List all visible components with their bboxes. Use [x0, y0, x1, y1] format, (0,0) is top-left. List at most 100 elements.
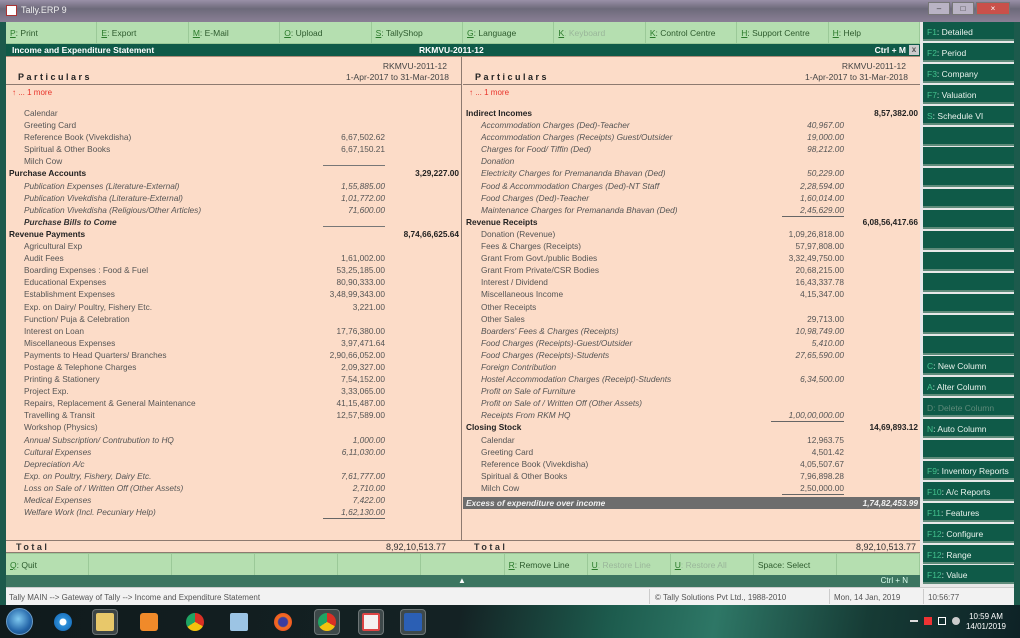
taskbar-clock[interactable]: 10:59 AM 14/01/2019 — [966, 612, 1006, 632]
ledger-row[interactable]: Function/ Puja & Celebration — [6, 313, 461, 325]
ledger-row[interactable]: Food & Accommodation Charges (Ded)-NT St… — [463, 180, 920, 192]
top-button-print[interactable]: P: Print — [6, 22, 98, 43]
ledger-row[interactable]: Fees & Charges (Receipts) 57,97,808.00 — [463, 240, 920, 252]
ledger-row[interactable]: Boarders' Fees & Charges (Receipts) 10,98… — [463, 325, 920, 337]
ledger-row[interactable]: Donation (Revenue) 1,09,26,818.00 — [463, 228, 920, 240]
panel-button-period[interactable]: F2: Period — [923, 42, 1014, 62]
chrome-icon[interactable] — [182, 609, 208, 635]
ledger-row[interactable]: Food Charges (Receipts)-Guest/Outsider 5,… — [463, 337, 920, 349]
ledger-row[interactable]: Spiritual & Other Books 6,67,150.21 — [6, 143, 461, 155]
chrome-active-icon[interactable] — [314, 609, 340, 635]
scroll-up-icon[interactable]: ▲ — [458, 576, 466, 585]
bottom-button-remove-line[interactable]: R: Remove Line — [505, 554, 588, 575]
bottom-button-restore-line[interactable]: U: Restore Line — [588, 554, 671, 575]
panel-button-detailed[interactable]: F1: Detailed — [923, 22, 1014, 41]
group-row[interactable]: Revenue Receipts 6,08,56,417.66 — [463, 216, 920, 228]
ledger-row[interactable]: Purchase Bills to Come — [6, 216, 461, 228]
ledger-row[interactable]: Donation — [463, 155, 920, 167]
ledger-row[interactable]: Maintenance Charges for Premananda Bhava… — [463, 204, 920, 217]
ledger-row[interactable]: Charges for Food/ Tiffin (Ded) 98,212.00 — [463, 143, 920, 155]
volume-icon[interactable] — [952, 617, 960, 625]
ledger-row[interactable]: Depreciation A/c — [6, 458, 461, 470]
ledger-row[interactable]: Miscellaneous Expenses 3,97,471.64 — [6, 337, 461, 349]
ledger-row[interactable]: Miscellaneous Income 4,15,347.00 — [463, 288, 920, 300]
group-row[interactable]: Closing Stock 14,69,893.12 — [463, 421, 920, 433]
more-indicator[interactable]: ↑ ... 1 more — [469, 88, 509, 97]
top-button-help[interactable]: H: Help — [829, 22, 921, 43]
ledger-row[interactable]: Postage & Telephone Charges 2,09,327.00 — [6, 361, 461, 373]
ledger-row[interactable]: Exp. on Dairy/ Poultry, Fishery Etc. 3,22… — [6, 301, 461, 313]
ledger-row[interactable]: Loss on Sale of / Written Off (Other Ass… — [6, 482, 461, 494]
panel-button-auto-column[interactable]: N: Auto Column — [923, 419, 1014, 439]
ledger-row[interactable]: Calendar — [6, 107, 461, 119]
panel-button-new-column[interactable]: C: New Column — [923, 356, 1014, 376]
ledger-row[interactable]: Welfare Work (Incl. Pecuniary Help) 1,62,… — [6, 506, 461, 520]
panel-button-alter-column[interactable]: A: Alter Column — [923, 377, 1014, 397]
ledger-row[interactable]: Educational Expenses 80,90,333.00 — [6, 276, 461, 288]
ledger-row[interactable]: Foreign Contribution — [463, 361, 920, 373]
column-period[interactable]: 1-Apr-2017 to 31-Mar-2018 — [346, 72, 449, 82]
ledger-row[interactable]: Electricity Charges for Premananda Bhava… — [463, 167, 920, 179]
panel-button-configure[interactable]: F12: Configure — [923, 523, 1014, 543]
ledger-row[interactable]: Grant From Govt./public Bodies 3,32,49,75… — [463, 252, 920, 264]
ledger-row[interactable]: Hostel Accommodation Charges (Receipt)-S… — [463, 373, 920, 385]
panel-button-range[interactable]: F12: Range — [923, 544, 1014, 564]
ledger-row[interactable]: Accommodation Charges (Receipts) Guest/O… — [463, 131, 920, 143]
ledger-row[interactable]: Food Charges (Ded)-Teacher 1,60,014.00 — [463, 192, 920, 204]
ledger-row[interactable]: Greeting Card — [6, 119, 461, 131]
top-button-language[interactable]: G: Language — [463, 22, 555, 43]
panel-button-features[interactable]: F11: Features — [923, 502, 1014, 522]
ledger-row[interactable]: Workshop (Physics) — [6, 421, 461, 433]
more-indicator[interactable]: ↑ ... 1 more — [12, 88, 52, 97]
ledger-row[interactable]: Greeting Card 4,501.42 — [463, 446, 920, 458]
ledger-row[interactable]: Payments to Head Quarters/ Branches 2,90,… — [6, 349, 461, 361]
excess-row[interactable]: Excess of expenditure over income 1,74,82… — [463, 497, 920, 510]
panel-button-delete-column[interactable]: D: Delete Column — [923, 398, 1014, 418]
ledger-row[interactable]: Repairs, Replacement & General Maintenan… — [6, 397, 461, 409]
ledger-row[interactable]: Accommodation Charges (Ded)-Teacher 40,96… — [463, 119, 920, 131]
ledger-row[interactable]: Medical Expenses 7,422.00 — [6, 494, 461, 506]
group-row[interactable]: Indirect Incomes 8,57,382.00 — [463, 107, 920, 119]
ledger-row[interactable]: Other Receipts — [463, 301, 920, 313]
ledger-row[interactable]: Calendar 12,963.75 — [463, 434, 920, 446]
panel-button-company[interactable]: F3: Company — [923, 63, 1014, 83]
ledger-row[interactable]: Milch Cow 2,50,000.00 — [463, 482, 920, 495]
ledger-row[interactable]: Profit on Sale of Furniture — [463, 385, 920, 397]
ledger-row[interactable]: Project Exp. 3,33,065.00 — [6, 385, 461, 397]
ledger-row[interactable]: Spiritual & Other Books 7,96,898.28 — [463, 470, 920, 482]
start-button[interactable] — [6, 608, 33, 635]
ledger-row[interactable]: Reference Book (Vivekdisha) 4,05,507.67 — [463, 458, 920, 470]
ledger-row[interactable]: Publication Expenses (Literature-Externa… — [6, 180, 461, 192]
notepad-icon[interactable] — [226, 609, 252, 635]
bottom-button-quit[interactable]: Q: Quit — [6, 554, 90, 575]
top-button-tallyshop[interactable]: S: TallyShop — [372, 22, 464, 43]
bottom-button-restore-all[interactable]: U: Restore All — [671, 554, 754, 575]
ledger-row[interactable]: Publication Vivekdisha (Literature-Exter… — [6, 192, 461, 204]
ledger-row[interactable]: Publication Vivekdisha (Religious/Other … — [6, 204, 461, 216]
internet-explorer-icon[interactable] — [50, 609, 76, 635]
media-player-icon[interactable] — [136, 609, 162, 635]
ledger-row[interactable]: Receipts From RKM HQ 1,00,00,000.00 — [463, 409, 920, 423]
panel-button-a-c-reports[interactable]: F10: A/c Reports — [923, 481, 1014, 501]
firefox-icon[interactable] — [270, 609, 296, 635]
minimize-button[interactable]: – — [928, 2, 950, 15]
word-icon[interactable] — [400, 609, 426, 635]
ledger-row[interactable]: Printing & Stationery 7,54,152.00 — [6, 373, 461, 385]
top-button-upload[interactable]: O: Upload — [280, 22, 372, 43]
ledger-row[interactable]: Other Sales 29,713.00 — [463, 313, 920, 325]
panel-button-inventory-reports[interactable]: F9: Inventory Reports — [923, 460, 1014, 480]
panel-button-valuation[interactable]: F7: Valuation — [923, 84, 1014, 104]
ledger-row[interactable]: Agricultural Exp — [6, 240, 461, 252]
group-row[interactable]: Purchase Accounts 3,29,227.00 — [6, 167, 461, 179]
bottom-button-space-select[interactable]: Space: Select — [754, 554, 837, 575]
ledger-row[interactable]: Annual Subscription/ Contrubution to HQ 1… — [6, 434, 461, 446]
ledger-row[interactable]: Interest on Loan 17,76,380.00 — [6, 325, 461, 337]
column-period[interactable]: 1-Apr-2017 to 31-Mar-2018 — [805, 72, 908, 82]
ledger-row[interactable]: Audit Fees 1,61,002.00 — [6, 252, 461, 264]
ledger-row[interactable]: Establishment Expenses 3,48,99,343.00 — [6, 288, 461, 300]
tally-taskbar-icon[interactable] — [358, 609, 384, 635]
close-window-button[interactable]: × — [976, 2, 1010, 15]
ledger-row[interactable]: Interest / Dividend 16,43,337.78 — [463, 276, 920, 288]
ledger-row[interactable]: Food Charges (Receipts)-Students 27,65,59… — [463, 349, 920, 361]
ledger-row[interactable]: Grant From Private/CSR Bodies 20,68,215.0… — [463, 264, 920, 276]
